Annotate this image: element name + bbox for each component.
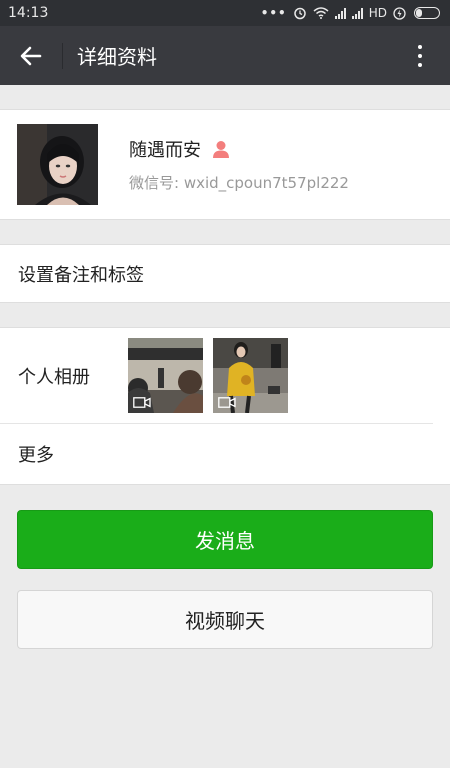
profile-info: 随遇而安 微信号: wxid_cpoun7t57pl222 xyxy=(129,136,349,193)
female-person-icon xyxy=(213,141,229,158)
alarm-icon xyxy=(293,7,306,20)
album-thumbnail-2[interactable] xyxy=(213,338,288,413)
remark-section: 设置备注和标签 xyxy=(0,244,450,303)
more-item[interactable]: 更多 xyxy=(0,424,450,484)
status-icons: ••• HD xyxy=(261,6,440,20)
avatar[interactable] xyxy=(17,124,98,205)
battery-icon xyxy=(414,7,440,19)
video-camera-icon xyxy=(218,397,236,408)
set-remark-tags-label: 设置备注和标签 xyxy=(18,264,144,286)
title-bar: 详细资料 xyxy=(0,26,450,85)
network-type: HD xyxy=(368,6,387,20)
arrow-left-icon xyxy=(20,46,42,65)
personal-album-label: 个人相册 xyxy=(18,366,90,388)
page-title: 详细资料 xyxy=(77,45,157,69)
wechat-id: 微信号: wxid_cpoun7t57pl222 xyxy=(129,172,349,193)
signal-icon-2 xyxy=(351,7,363,19)
status-time: 14:13 xyxy=(8,5,49,21)
album-thumbnail-1[interactable] xyxy=(128,338,203,413)
avatar-photo xyxy=(17,124,98,205)
video-chat-button[interactable]: 视频聊天 xyxy=(17,590,433,649)
more-label: 更多 xyxy=(18,445,54,466)
more-vertical-icon xyxy=(418,44,422,49)
nickname: 随遇而安 xyxy=(129,140,201,161)
video-camera-icon xyxy=(133,397,151,408)
charging-icon xyxy=(393,6,406,20)
wifi-icon xyxy=(313,7,329,19)
status-bar: 14:13 ••• HD xyxy=(0,0,450,26)
set-remark-tags-item[interactable]: 设置备注和标签 xyxy=(0,245,450,302)
back-button[interactable] xyxy=(0,26,62,85)
title-divider xyxy=(62,42,63,69)
album-section: 个人相册 更多 xyxy=(0,327,450,485)
name-row: 随遇而安 xyxy=(129,136,349,162)
personal-album-item[interactable]: 个人相册 xyxy=(0,328,433,424)
signal-icon-1 xyxy=(334,7,346,19)
wechat-id-label: 微信号: xyxy=(129,174,184,192)
send-message-button[interactable]: 发消息 xyxy=(17,510,433,569)
notification-dots: ••• xyxy=(260,6,287,20)
wechat-id-value: wxid_cpoun7t57pl222 xyxy=(183,174,349,192)
profile-card: 随遇而安 微信号: wxid_cpoun7t57pl222 xyxy=(0,109,450,220)
more-options-button[interactable] xyxy=(400,26,440,85)
